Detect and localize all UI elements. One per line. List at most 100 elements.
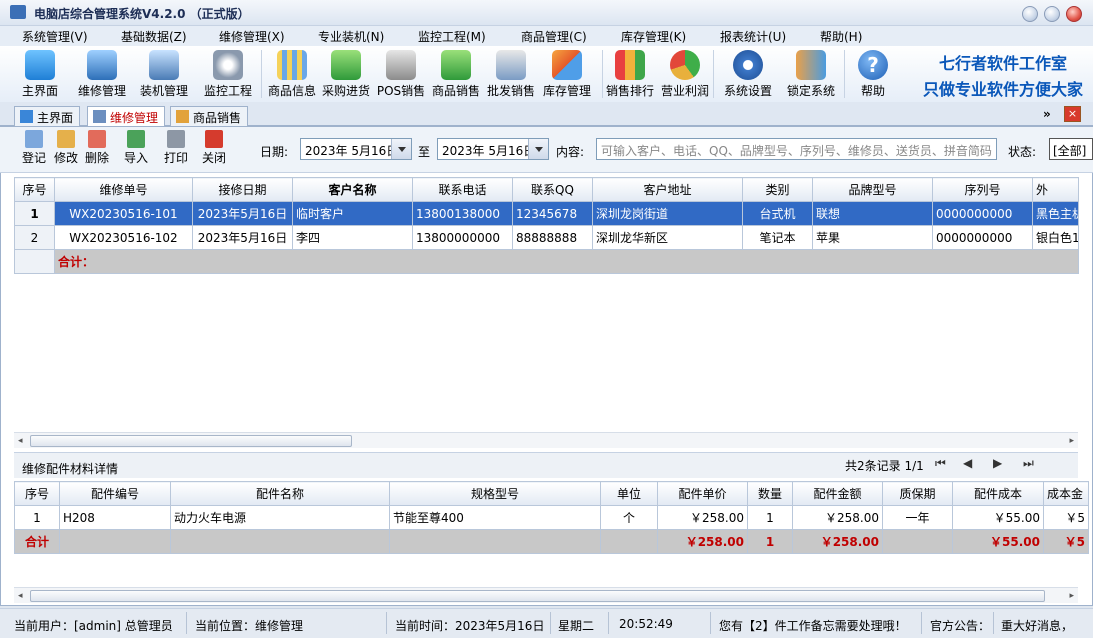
menu-goods[interactable]: 商品管理(C) <box>521 28 587 45</box>
chevron-down-icon[interactable] <box>391 139 411 159</box>
lock-button[interactable]: 锁定系统 <box>781 46 841 99</box>
maximize-icon[interactable] <box>1044 6 1060 22</box>
date-to-picker[interactable]: 2023年 5月16日 <box>437 138 549 160</box>
date-from-picker[interactable]: 2023年 5月16日 <box>300 138 412 160</box>
menu-assembly[interactable]: 专业装机(N) <box>318 28 384 45</box>
tab-list-icon[interactable]: » <box>1043 107 1051 121</box>
tab-repair[interactable]: 维修管理 <box>87 106 166 127</box>
delete-button[interactable]: 删除 <box>85 130 109 166</box>
status-select[interactable]: [全部] <box>1049 138 1093 160</box>
table-row[interactable]: 1 H208 动力火车电源 节能至尊400 个 ￥258.00 1 ￥258.0… <box>14 505 1089 530</box>
scrollbar-thumb[interactable] <box>30 590 1045 602</box>
repair-button[interactable]: 维修管理 <box>72 46 132 99</box>
minimize-icon[interactable] <box>1022 6 1038 22</box>
settings-button[interactable]: 系统设置 <box>718 46 778 99</box>
menu-inventory[interactable]: 库存管理(K) <box>621 28 686 45</box>
next-page-icon[interactable]: ▶ <box>993 456 1002 470</box>
boxes-icon <box>552 50 582 80</box>
edit-button[interactable]: 修改 <box>54 130 78 166</box>
scrollbar-thumb[interactable] <box>30 435 352 447</box>
menu-system[interactable]: 系统管理(V) <box>22 28 88 45</box>
current-location: 当前位置：维修管理 <box>195 619 304 633</box>
chevron-down-icon[interactable] <box>528 139 548 159</box>
col-header[interactable]: 单位 <box>600 481 658 506</box>
tab-home[interactable]: 主界面 <box>14 106 81 126</box>
printer-icon <box>167 130 185 148</box>
inventory-button[interactable]: 库存管理 <box>537 46 597 99</box>
pos-button[interactable]: POS销售 <box>371 46 431 99</box>
scroll-right-icon[interactable]: ▸ <box>1069 436 1074 446</box>
tab-goods-sales[interactable]: 商品销售 <box>170 106 249 126</box>
col-header[interactable]: 配件编号 <box>59 481 171 506</box>
table-row[interactable]: 1 WX20230516-101 2023年5月16日 临时客户 1380013… <box>14 201 1079 226</box>
sales-button[interactable]: 商品销售 <box>426 46 486 99</box>
tab-bar: 主界面 维修管理 商品销售 » × <box>0 102 1093 127</box>
tab-close-icon[interactable]: × <box>1064 106 1081 122</box>
status-label: 状态: <box>1008 145 1037 159</box>
table-row[interactable]: 2 WX20230516-102 2023年5月16日 李四 138000000… <box>14 225 1079 250</box>
col-header[interactable]: 成本金 <box>1043 481 1089 506</box>
delete-icon <box>88 130 106 148</box>
help-button[interactable]: ? 帮助 <box>843 46 903 99</box>
col-header[interactable]: 配件单价 <box>657 481 748 506</box>
search-input[interactable]: 可输入客户、电话、QQ、品牌型号、序列号、维修员、送货员、拼音简码 <box>596 138 997 160</box>
col-header[interactable]: 品牌型号 <box>812 177 933 202</box>
print-button[interactable]: 打印 <box>164 130 188 166</box>
col-header[interactable]: 序号 <box>14 481 60 506</box>
last-page-icon[interactable]: ⏭ <box>1023 456 1034 471</box>
pager-info: 共2条记录 1/1 <box>845 459 924 473</box>
col-header[interactable]: 客户名称 <box>292 177 413 202</box>
col-header[interactable]: 维修单号 <box>54 177 193 202</box>
goods-info-button[interactable]: 商品信息 <box>262 46 322 99</box>
col-header[interactable]: 外 <box>1032 177 1079 202</box>
col-header[interactable]: 接修日期 <box>192 177 293 202</box>
col-header[interactable]: 联系QQ <box>512 177 593 202</box>
col-header[interactable]: 类别 <box>742 177 813 202</box>
menu-reports[interactable]: 报表统计(U) <box>720 28 786 45</box>
menu-monitoring[interactable]: 监控工程(M) <box>418 28 486 45</box>
col-header[interactable]: 规格型号 <box>389 481 601 506</box>
main-toolbar: 主界面 维修管理 装机管理 监控工程 商品信息 采购进货 POS销售 商品销售 … <box>0 46 1093 102</box>
close-icon[interactable] <box>1066 6 1082 22</box>
pencil-icon <box>57 130 75 148</box>
col-header[interactable]: 质保期 <box>882 481 953 506</box>
first-page-icon[interactable]: ⏮ <box>935 456 946 471</box>
col-header[interactable]: 配件金额 <box>792 481 883 506</box>
repair-table: 序号 维修单号 接修日期 客户名称 联系电话 联系QQ 客户地址 类别 品牌型号… <box>14 177 1079 274</box>
basket-icon <box>331 50 361 80</box>
scroll-right-icon[interactable]: ▸ <box>1069 591 1074 601</box>
basket-out-icon <box>441 50 471 80</box>
wholesale-button[interactable]: 批发销售 <box>481 46 541 99</box>
col-header[interactable]: 客户地址 <box>592 177 743 202</box>
menu-repair[interactable]: 维修管理(X) <box>219 28 285 45</box>
prev-page-icon[interactable]: ◀ <box>963 456 972 470</box>
assembly-button[interactable]: 装机管理 <box>134 46 194 99</box>
col-header[interactable]: 数量 <box>747 481 793 506</box>
edit-icon <box>176 110 189 123</box>
scroll-left-icon[interactable]: ◂ <box>18 591 23 601</box>
scroll-left-icon[interactable]: ◂ <box>18 436 23 446</box>
webcam-icon <box>213 50 243 80</box>
col-header[interactable]: 序号 <box>14 177 55 202</box>
brand-line-1: 七行者软件工作室 <box>938 54 1067 73</box>
menu-basic-data[interactable]: 基础数据(Z) <box>121 28 187 45</box>
col-header[interactable]: 配件成本 <box>952 481 1044 506</box>
home-button[interactable]: 主界面 <box>10 46 70 99</box>
detail-horizontal-scrollbar[interactable]: ◂ ▸ <box>14 587 1078 603</box>
ranking-button[interactable]: 销售排行 <box>600 46 660 99</box>
monitoring-button[interactable]: 监控工程 <box>198 46 258 99</box>
memo-notice[interactable]: 您有【2】件工作备忘需要处理哦！ <box>719 617 907 634</box>
register-button[interactable]: 登记 <box>22 130 46 166</box>
import-button[interactable]: 导入 <box>124 130 148 166</box>
purchase-button[interactable]: 采购进货 <box>316 46 376 99</box>
close-button[interactable]: 关闭 <box>202 130 226 166</box>
weekday: 星期二 <box>558 619 595 633</box>
col-header[interactable]: 配件名称 <box>170 481 390 506</box>
menu-help[interactable]: 帮助(H) <box>820 28 862 45</box>
main-horizontal-scrollbar[interactable]: ◂ ▸ <box>14 432 1078 448</box>
profit-button[interactable]: 营业利润 <box>655 46 715 99</box>
col-header[interactable]: 联系电话 <box>412 177 513 202</box>
col-header[interactable]: 序列号 <box>932 177 1033 202</box>
announce-text[interactable]: 重大好消息， <box>1001 617 1079 634</box>
exit-icon <box>205 130 223 148</box>
